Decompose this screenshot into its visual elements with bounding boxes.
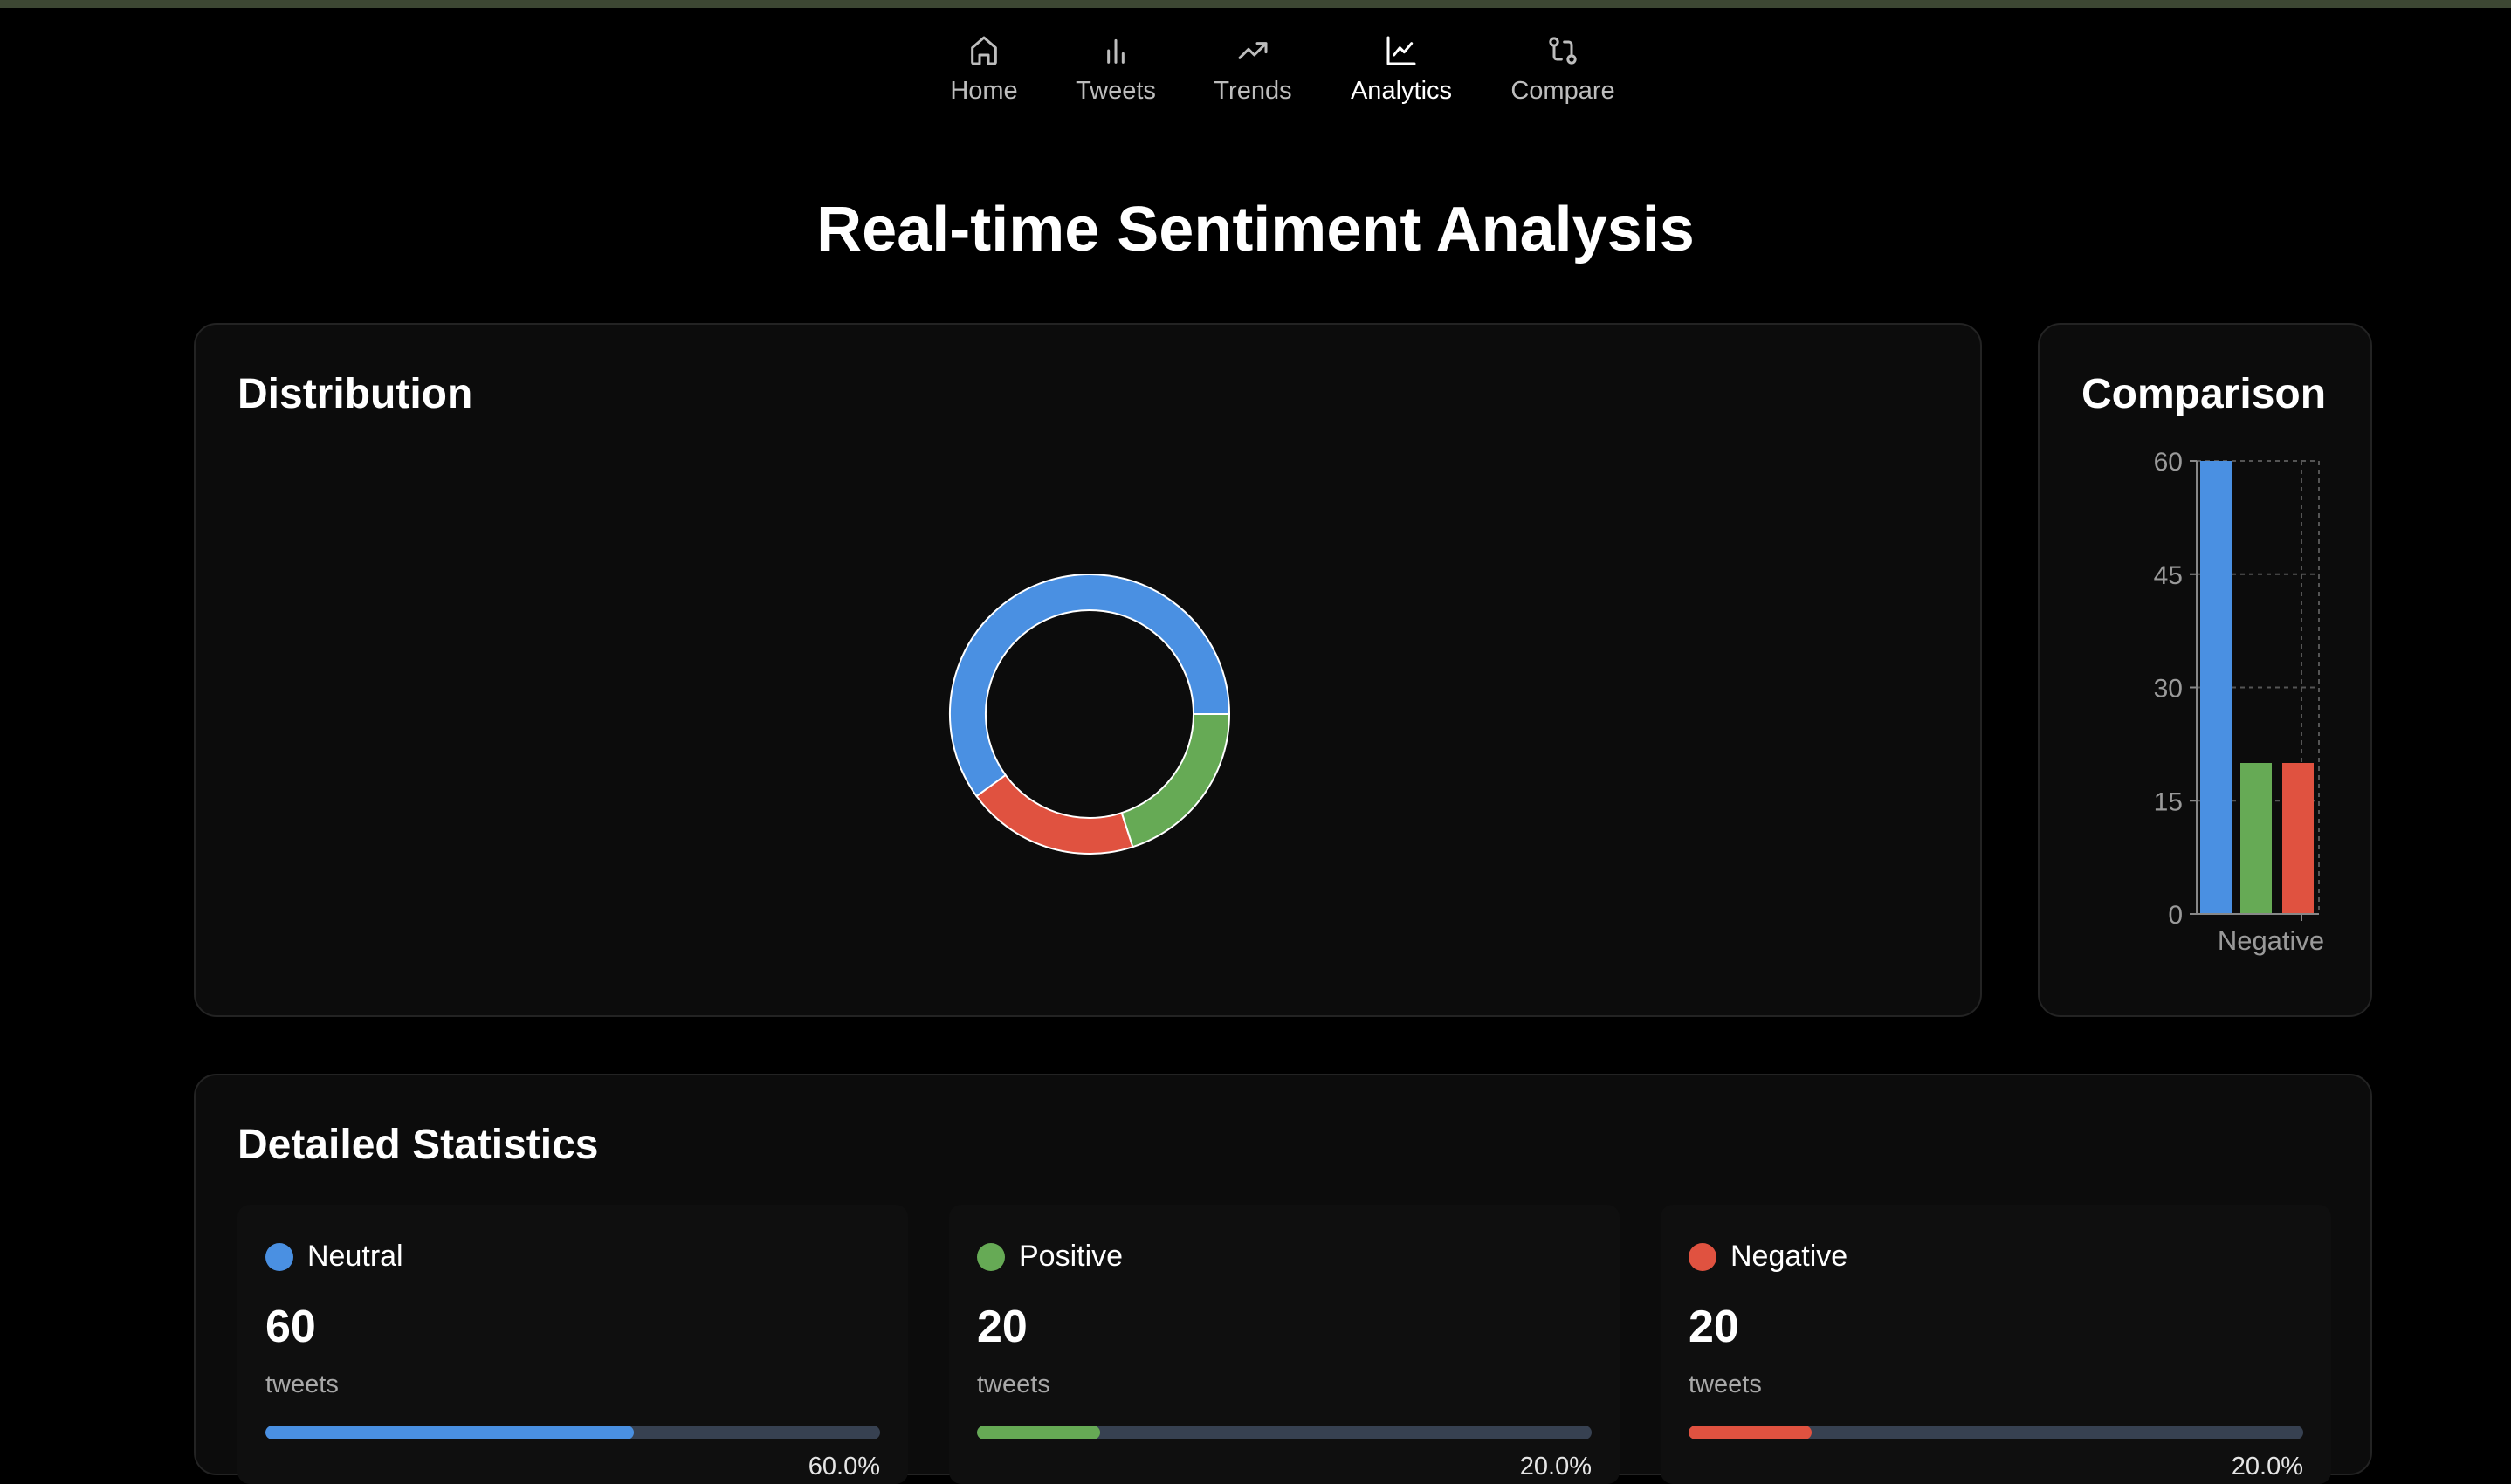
neutral-dot <box>265 1243 293 1271</box>
nav-home-label: Home <box>950 77 1018 105</box>
stat-percent: 20.0% <box>2231 1453 2303 1481</box>
nav-trends[interactable]: Trends <box>1192 33 1314 106</box>
stat-card-neutral: Neutral 60 tweets 60.0% <box>237 1205 908 1484</box>
nav-compare-label: Compare <box>1510 77 1615 105</box>
comparison-card: Comparison 0 15 30 45 60 Negative <box>2038 323 2372 1017</box>
comparison-bar-chart: 0 15 30 45 60 Negative <box>2154 448 2325 956</box>
y-tick-label: 0 <box>2168 901 2183 930</box>
y-tick-label: 15 <box>2154 787 2183 816</box>
donut-slice-negative[interactable] <box>975 773 1134 855</box>
bar-positive[interactable] <box>2240 763 2272 914</box>
stat-name: Neutral <box>307 1240 403 1273</box>
stat-progress-track <box>265 1426 880 1439</box>
y-tick-label: 60 <box>2154 448 2183 477</box>
stat-progress-fill <box>1689 1426 1812 1439</box>
positive-dot <box>977 1243 1005 1271</box>
distribution-card: Distribution <box>194 323 1982 1017</box>
nav-compare[interactable]: Compare <box>1502 33 1624 106</box>
nav-tweets[interactable]: Tweets <box>1055 33 1177 106</box>
nav-home[interactable]: Home <box>923 33 1045 106</box>
stat-count: 20 <box>1689 1302 1739 1352</box>
home-icon <box>971 36 997 65</box>
x-tick-label: Negative <box>2218 925 2324 956</box>
bar-neutral[interactable] <box>2200 461 2232 914</box>
bar-negative[interactable] <box>2282 763 2314 914</box>
stat-card-negative: Negative 20 tweets 20.0% <box>1661 1205 2331 1484</box>
page-title: Real-time Sentiment Analysis <box>816 195 1695 265</box>
nav-analytics[interactable]: Analytics <box>1340 33 1462 106</box>
nav-tweets-label: Tweets <box>1076 77 1156 105</box>
stat-progress-track <box>1689 1426 2303 1439</box>
y-tick-label: 45 <box>2154 561 2183 590</box>
stat-progress-track <box>977 1426 1592 1439</box>
top-accent-bar <box>0 0 2511 8</box>
stat-count: 60 <box>265 1302 316 1352</box>
stat-progress-fill <box>977 1426 1100 1439</box>
stat-count: 20 <box>977 1302 1028 1352</box>
negative-dot <box>1689 1243 1716 1271</box>
git-compare-icon <box>1549 37 1577 65</box>
nav-trends-label: Trends <box>1214 77 1292 105</box>
donut-slice-positive[interactable] <box>1120 713 1231 848</box>
detailed-statistics-card: Detailed Statistics Neutral 60 tweets 60… <box>194 1074 2372 1484</box>
stat-progress-fill <box>265 1426 635 1439</box>
stat-card-positive: Positive 20 tweets 20.0% <box>949 1205 1620 1484</box>
stat-unit: tweets <box>1689 1371 1762 1398</box>
main-nav: Home Tweets Trends Analytics Compare <box>0 33 2511 120</box>
stat-percent: 60.0% <box>808 1453 880 1481</box>
stat-percent: 20.0% <box>1519 1453 1592 1481</box>
distribution-donut-chart <box>949 574 1231 855</box>
line-chart-icon <box>1386 36 1416 65</box>
stat-unit: tweets <box>265 1371 339 1398</box>
stat-name: Negative <box>1730 1240 1848 1273</box>
trending-up-icon <box>1238 42 1268 59</box>
y-tick-label: 30 <box>2154 675 2183 704</box>
statistics-title: Detailed Statistics <box>237 1122 599 1168</box>
nav-analytics-label: Analytics <box>1350 77 1453 105</box>
bar-chart-icon <box>1107 38 1125 64</box>
stat-unit: tweets <box>977 1371 1050 1398</box>
stat-name: Positive <box>1019 1240 1124 1273</box>
